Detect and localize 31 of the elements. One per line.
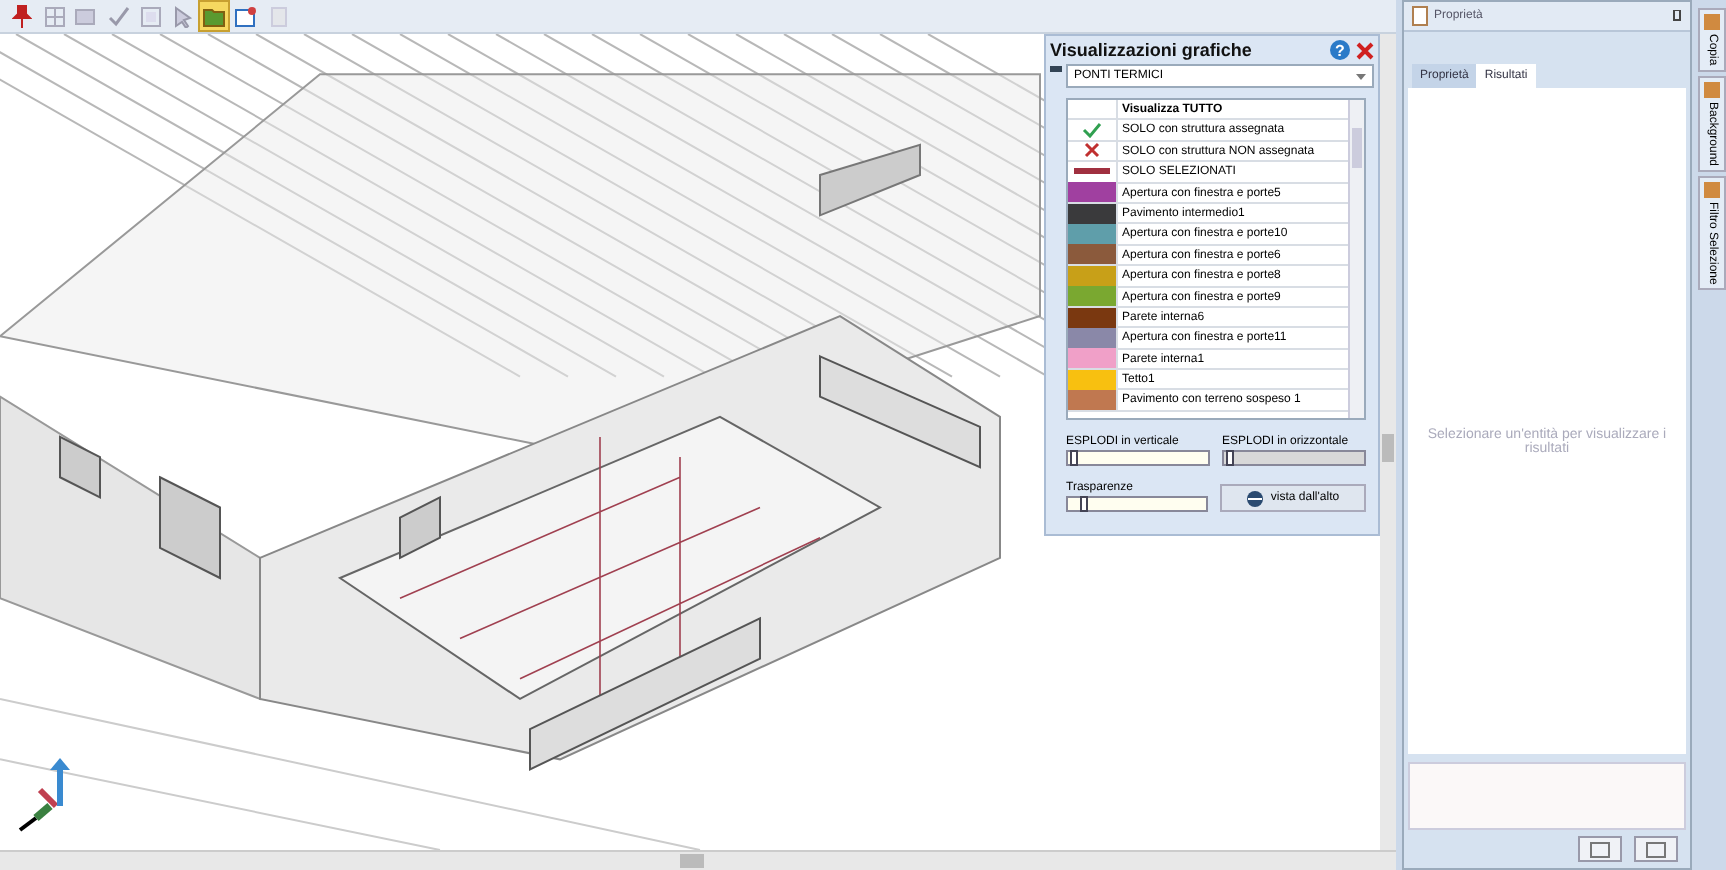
panel-title: Visualizzazioni grafiche [1050,40,1254,60]
check-icon [107,5,129,27]
line-icon [1074,168,1110,175]
toolbar-button[interactable] [104,2,132,30]
export-button[interactable] [1578,836,1622,862]
caret-icon [1356,73,1366,79]
axes-icon [16,754,76,834]
cursor-icon [171,5,193,27]
close-icon[interactable] [1356,41,1374,59]
toolbar-button[interactable] [232,2,260,30]
vertical-scrollbar[interactable] [1380,34,1396,850]
grid-icon [43,5,65,27]
help-button[interactable]: ? [1330,40,1350,60]
check-icon [1082,122,1102,139]
export-button[interactable] [1634,836,1678,862]
slider[interactable] [1066,450,1210,466]
tab-icon [1704,181,1720,198]
cross-icon [1084,142,1100,159]
page-icon [269,5,287,27]
frame-icon [139,5,161,27]
window-icon [234,5,258,27]
scrollbar[interactable] [1348,100,1364,418]
toolbar-button[interactable] [8,2,36,30]
tab-icon [1704,14,1720,30]
view-icon [1246,489,1265,507]
toolbar-button[interactable] [200,2,228,30]
slider[interactable] [1066,496,1208,512]
page-icon [1412,6,1428,26]
folder-icon [202,5,226,27]
horizontal-scrollbar[interactable] [0,850,1396,870]
tab-icon [1704,81,1720,98]
